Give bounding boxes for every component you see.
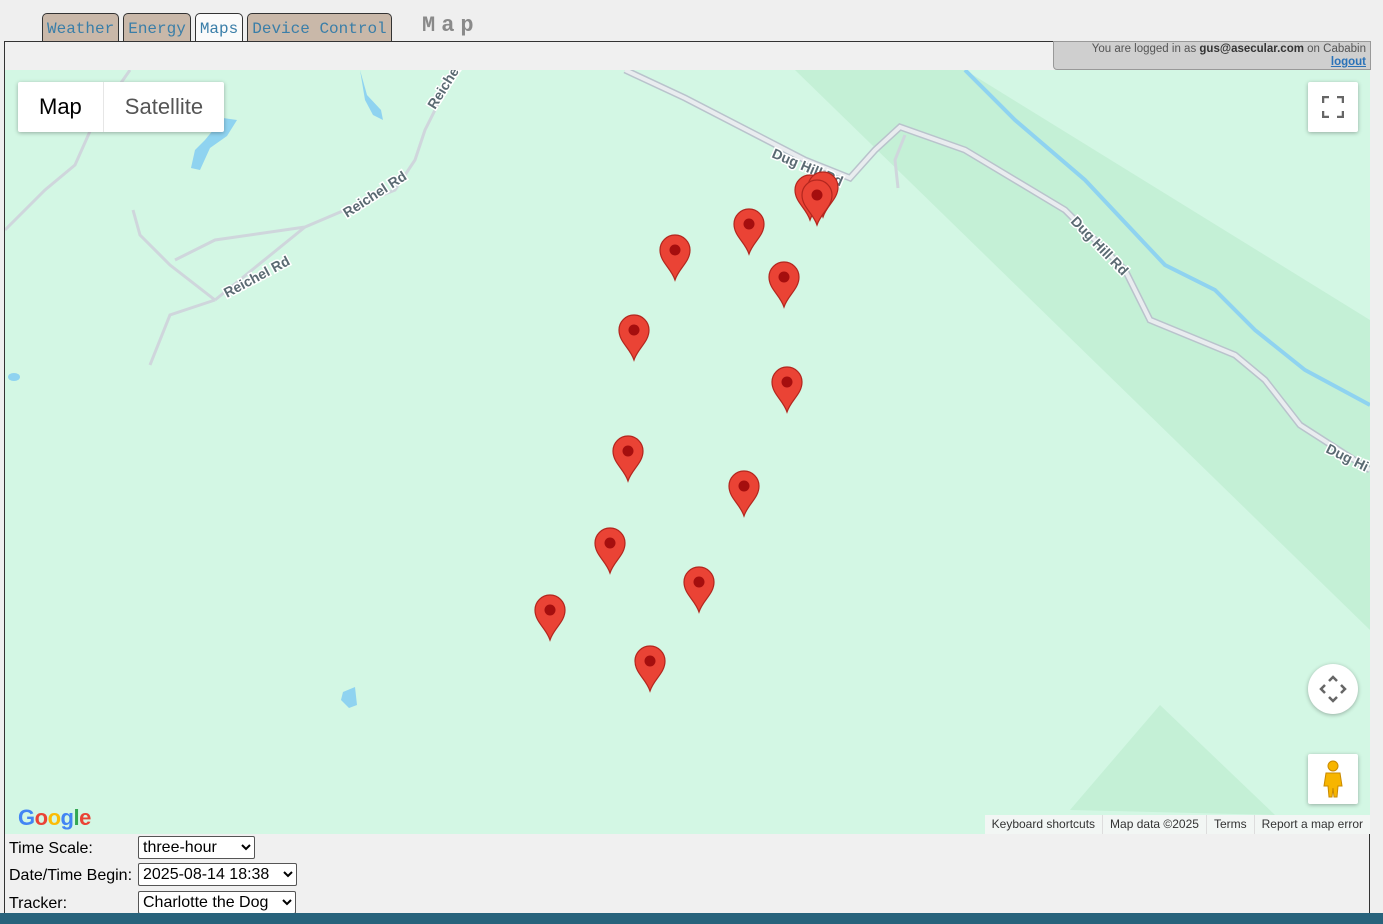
street-view-button[interactable] [1308, 754, 1358, 804]
google-logo: Google [18, 805, 91, 830]
location-marker[interactable] [682, 566, 716, 614]
location-marker[interactable] [800, 179, 834, 227]
tab-bar: Weather Energy Maps Device Control [42, 13, 392, 42]
terms-link[interactable]: Terms [1205, 815, 1254, 834]
keyboard-shortcuts-link[interactable]: Keyboard shortcuts [985, 815, 1102, 834]
map-view[interactable]: Reichel Reichel Rd Reichel Rd Dug Hill R… [5, 70, 1370, 834]
road-label: Reichel [424, 70, 464, 112]
page-title: Map [422, 13, 480, 38]
fullscreen-icon [1322, 96, 1344, 118]
logout-link[interactable]: logout [1331, 56, 1366, 68]
location-marker[interactable] [767, 261, 801, 309]
forest-area [795, 70, 1370, 630]
map-attribution: Keyboard shortcuts Map data ©2025 Terms … [984, 815, 1370, 834]
location-marker[interactable] [611, 435, 645, 483]
time-scale-select[interactable]: three-hour [138, 836, 255, 859]
location-marker[interactable] [617, 314, 651, 362]
tab-device-control[interactable]: Device Control [247, 13, 392, 42]
fullscreen-button[interactable] [1308, 82, 1358, 132]
date-begin-label: Date/Time Begin: [9, 867, 133, 884]
road-minor [148, 298, 216, 366]
tab-energy[interactable]: Energy [123, 13, 191, 42]
date-begin-select[interactable]: 2025-08-14 18:38 [138, 863, 297, 886]
pegman-icon [1323, 760, 1343, 798]
tracker-select[interactable]: Charlotte the Dog [138, 891, 296, 914]
tracker-label: Tracker: [9, 895, 68, 912]
login-status: You are logged in as gus@asecular.com on… [1053, 41, 1371, 70]
forest-area-south [1070, 705, 1275, 815]
location-marker[interactable] [770, 366, 804, 414]
location-marker[interactable] [633, 645, 667, 693]
login-prefix: You are logged in as [1091, 43, 1197, 55]
satellite-view-button[interactable]: Satellite [104, 82, 224, 132]
camera-control-button[interactable] [1308, 664, 1358, 714]
tab-weather[interactable]: Weather [42, 13, 120, 42]
bottom-bar [0, 913, 1383, 924]
location-marker[interactable] [727, 470, 761, 518]
road-minor [131, 209, 216, 302]
location-marker[interactable] [732, 208, 766, 256]
map-type-control: Map Satellite [18, 82, 225, 132]
login-site: Cababin [1323, 43, 1366, 55]
location-marker[interactable] [593, 527, 627, 575]
report-error-link[interactable]: Report a map error [1253, 815, 1370, 834]
road-label: Reichel Rd [221, 253, 292, 301]
road-label: Reichel Rd [340, 168, 409, 221]
map-data-credit: Map data ©2025 [1102, 815, 1206, 834]
location-marker[interactable] [533, 594, 567, 642]
map-base: Reichel Reichel Rd Reichel Rd Dug Hill R… [5, 70, 1370, 815]
move-arrows-icon [1319, 675, 1347, 703]
time-scale-label: Time Scale: [9, 840, 93, 857]
pond [341, 687, 357, 708]
pond [360, 70, 383, 120]
tab-maps[interactable]: Maps [194, 13, 244, 42]
map-view-button[interactable]: Map [18, 82, 104, 132]
login-connector: on [1307, 43, 1320, 55]
login-user: gus@asecular.com [1199, 43, 1304, 55]
pond [8, 373, 20, 381]
location-marker[interactable] [658, 234, 692, 282]
